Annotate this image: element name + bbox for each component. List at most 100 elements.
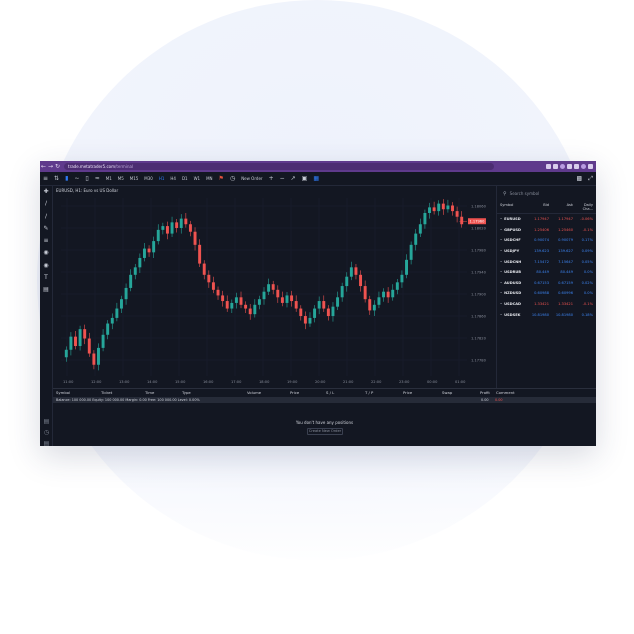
price-tick-label: 1.17780	[471, 359, 487, 363]
col-sl: S / L	[326, 390, 335, 395]
candle-body	[280, 297, 284, 303]
clock-icon[interactable]: ◷	[227, 172, 238, 186]
crosshair-icon[interactable]: ✚	[40, 186, 52, 198]
symbol-search[interactable]: ⚲ Search symbol	[501, 189, 592, 198]
candle-body	[405, 259, 408, 275]
extension-icon[interactable]	[560, 164, 565, 169]
candle-body	[152, 241, 156, 253]
candle-body	[382, 291, 386, 298]
col-bid[interactable]: Bid	[527, 203, 549, 211]
candle-body	[267, 284, 271, 292]
create-new-order-button[interactable]: Create New Order	[307, 428, 343, 435]
flag-icon[interactable]: ⚑	[216, 172, 227, 186]
reload-icon[interactable]: ↻	[54, 161, 61, 172]
bottom-side-icons: ▤ ◷ ▤	[40, 418, 53, 446]
candle-body	[271, 284, 275, 290]
col-profit: Profit	[480, 390, 490, 395]
candlestick-chart: 1.18060 1.18020 1.17980 1.17940 1.17900 1.178…	[61, 198, 487, 384]
col-ask[interactable]: Ask	[549, 203, 573, 211]
candle-body	[349, 267, 353, 277]
row-change: 0.0%	[583, 291, 593, 296]
watchlist-row[interactable]: • NZDUSD 0.60988 0.60996 0.0%	[497, 288, 596, 299]
tf-m30[interactable]: M30	[141, 172, 156, 186]
sidebar-icon[interactable]	[574, 164, 579, 169]
text-tool-icon[interactable]: T	[40, 272, 52, 284]
fullscreen-icon[interactable]: ⤢	[585, 172, 596, 186]
row-marker-icon: •	[500, 238, 503, 243]
url-bar[interactable]: trade.metatrader5.com/terminal	[64, 163, 494, 170]
tf-mn[interactable]: MN	[203, 172, 215, 186]
tf-m15[interactable]: M15	[127, 172, 142, 186]
candle-body	[299, 308, 303, 317]
watchlist-row[interactable]: • USDRUB 80.449 80.449 0.0%	[497, 267, 596, 278]
row-symbol: • USDCHF	[500, 238, 521, 243]
candle-body	[161, 226, 165, 230]
watchlist-row[interactable]: • USDSEK 10.81980 10.81980 0.18%	[497, 309, 596, 320]
trendline-icon[interactable]: ∕	[40, 198, 52, 210]
row-change: 0.05%	[581, 259, 593, 264]
tf-d1[interactable]: D1	[179, 172, 191, 186]
horizontal-line-icon[interactable]: ≡	[40, 235, 52, 247]
grid-icon[interactable]: ▦	[310, 172, 322, 186]
indicators-icon[interactable]: ≈	[92, 172, 103, 186]
candle-body	[354, 267, 358, 275]
forward-icon[interactable]: →	[47, 161, 54, 172]
time-tick-label: 22:00	[371, 380, 382, 384]
watchlist-row[interactable]: • USDCHF 0.90074 0.90079 0.17%	[497, 235, 596, 246]
history-stack-icon[interactable]: ▤	[40, 418, 53, 429]
fit-chart-icon[interactable]: ▣	[299, 172, 311, 186]
watchlist-row[interactable]: • USDJPY 139.623 139.627 0.09%	[497, 246, 596, 257]
candle-body	[83, 329, 87, 339]
share-icon[interactable]	[546, 164, 551, 169]
new-order-button[interactable]: New Order	[238, 172, 265, 186]
browser-menu-icon[interactable]	[588, 164, 593, 169]
col-symbol[interactable]: Symbol	[500, 203, 527, 211]
zoom-out-icon[interactable]: −	[277, 172, 288, 186]
watchlist-row[interactable]: • USDCAD 1.33421 1.33421 -0.1%	[497, 299, 596, 310]
tf-m1[interactable]: M1	[103, 172, 115, 186]
candle-body	[423, 212, 427, 225]
tf-m5[interactable]: M5	[115, 172, 127, 186]
watchlist-row[interactable]: • AUDUSD 0.67153 0.67159 0.02%	[497, 278, 596, 289]
candles-chart-type-icon[interactable]: ▯	[82, 172, 91, 186]
eye-icon[interactable]: ◉	[40, 247, 52, 259]
trend-icon[interactable]: ↗	[288, 172, 299, 186]
pencil-icon[interactable]: ✎	[40, 223, 52, 235]
menu-icon[interactable]: ≡	[40, 172, 51, 186]
trash-icon[interactable]: ▤	[40, 284, 52, 296]
tf-w1[interactable]: W1	[191, 172, 204, 186]
back-icon[interactable]: ←	[40, 161, 47, 172]
channel-icon[interactable]: ∕	[40, 211, 52, 223]
candle-body	[257, 299, 261, 305]
row-ask: 80.449	[560, 270, 573, 275]
lock-icon[interactable]: ◉	[40, 260, 52, 272]
history-clock-icon[interactable]: ◷	[40, 429, 53, 440]
candle-body	[92, 353, 96, 365]
line-chart-type-icon[interactable]: ∼	[71, 172, 82, 186]
profile-avatar[interactable]	[581, 164, 586, 169]
profit-value: 0.00	[481, 398, 489, 402]
layout-icon[interactable]: ▩	[574, 172, 586, 186]
tf-h4[interactable]: H4	[167, 172, 179, 186]
col-change[interactable]: Daily Cha...	[573, 203, 593, 211]
col-swap: Swap	[442, 390, 453, 395]
candle-body	[97, 347, 100, 365]
journal-icon[interactable]: ▤	[40, 440, 53, 446]
price-chart[interactable]: 1.18060 1.18020 1.17980 1.17940 1.17900 1.178…	[53, 186, 497, 388]
bar-chart-type-icon[interactable]: ▮	[62, 172, 71, 186]
watchlist-row[interactable]: • EURUSD 1.17947 1.17947 -0.06%	[497, 214, 596, 225]
row-marker-icon: •	[500, 249, 503, 254]
candle-body	[290, 295, 294, 302]
row-bid: 0.90074	[534, 238, 549, 243]
balance-text: Balance: 100 000.00 Equity: 100 000.00 M…	[56, 398, 200, 402]
watchlist-row[interactable]: • GBPUSD 1.25406 1.25460 -0.1%	[497, 225, 596, 236]
row-bid: 10.81980	[531, 312, 549, 317]
extensions-puzzle-icon[interactable]	[567, 164, 572, 169]
tf-h1[interactable]: H1	[156, 172, 168, 186]
sort-icon[interactable]: ⇅	[51, 172, 62, 186]
zoom-in-icon[interactable]: +	[266, 172, 277, 186]
watchlist-row[interactable]: • USDCNH 7.15472 7.15647 0.05%	[497, 256, 596, 267]
row-ask: 0.90079	[558, 238, 573, 243]
row-bid: 1.25406	[534, 227, 549, 232]
bookmark-icon[interactable]	[553, 164, 558, 169]
